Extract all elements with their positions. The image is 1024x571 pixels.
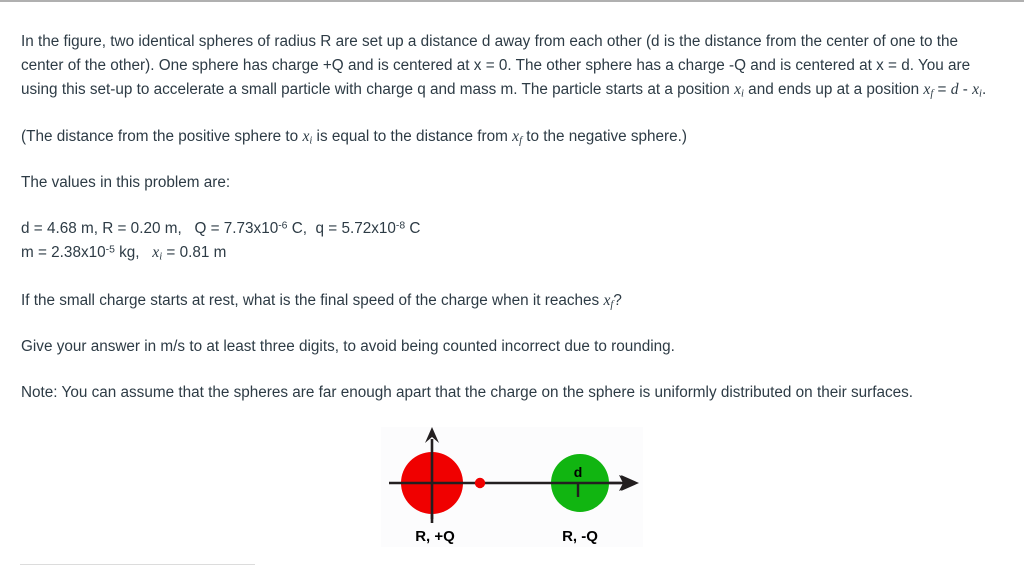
period: . (981, 80, 987, 98)
two-spheres-figure: d R, +Q R, -Q (380, 427, 643, 548)
question-body: In the figure, two identical spheres of … (0, 2, 1024, 548)
problem-paragraph-3: If the small charge starts at rest, what… (21, 289, 1002, 314)
variable-xi: xi (734, 80, 744, 99)
negative-sphere-label: R, -Q (562, 528, 598, 545)
bottom-divider (20, 564, 255, 565)
q-exponent: -8 (395, 220, 406, 232)
paragraph-1-text-2: and ends up at a position (743, 80, 924, 98)
figure-container: d R, +Q R, -Q (21, 427, 1002, 548)
xi-symbol: x (734, 80, 741, 98)
minus-sign: - (958, 80, 973, 98)
values-line-2: m = 2.38x10-5 kg, xi = 0.81 m (21, 241, 1002, 266)
particle-dot (474, 477, 485, 489)
variable-xf-2: xf (512, 128, 522, 146)
positive-sphere-label: R, +Q (415, 528, 455, 545)
coulomb-unit: C (405, 220, 421, 238)
question-content: In the figure, two identical spheres of … (0, 2, 1024, 548)
variable-d: d (950, 80, 959, 98)
variable-xi-2: xi (972, 80, 982, 99)
variable-xf: xf (923, 81, 933, 99)
values-block: d = 4.68 m, R = 0.20 m, Q = 7.73x10-6 C,… (21, 217, 1002, 266)
values-m: m = 2.38x10 (21, 244, 106, 262)
values-intro: The values in this problem are: (21, 174, 231, 192)
kg-unit: kg, (114, 244, 153, 262)
variable-xf-3: xf (603, 292, 613, 310)
problem-paragraph-5: Note: You can assume that the spheres ar… (21, 384, 914, 402)
variable-xi-4: xi (152, 244, 162, 262)
problem-paragraph-4: Give your answer in m/s to at least thre… (21, 338, 675, 356)
values-q: C, q = 5.72x10 (287, 220, 396, 238)
paragraph-2-text-2: is equal to the distance from (312, 127, 513, 145)
question-mark: ? (613, 291, 622, 309)
d-label: d (573, 464, 582, 480)
xi-symbol-2: x (972, 80, 980, 98)
problem-paragraph-2: (The distance from the positive sphere t… (21, 125, 1002, 150)
m-exponent: -5 (105, 245, 115, 257)
paragraph-2-text-3: to the negative sphere.) (522, 127, 687, 145)
xi-value: = 0.81 m (162, 244, 227, 262)
paragraph-2-text: (The distance from the positive sphere t… (21, 127, 303, 145)
problem-paragraph-1: In the figure, two identical spheres of … (21, 30, 1002, 103)
equals-sign: = (933, 80, 951, 98)
paragraph-3-text: If the small charge starts at rest, what… (21, 291, 604, 309)
figure-svg: d R, +Q R, -Q (380, 427, 643, 548)
variable-xi-3: xi (302, 128, 312, 146)
values-line-1: d = 4.68 m, R = 0.20 m, Q = 7.73x10-6 C,… (21, 217, 1002, 241)
values-d-R-Q: d = 4.68 m, R = 0.20 m, Q = 7.73x10 (21, 220, 279, 238)
